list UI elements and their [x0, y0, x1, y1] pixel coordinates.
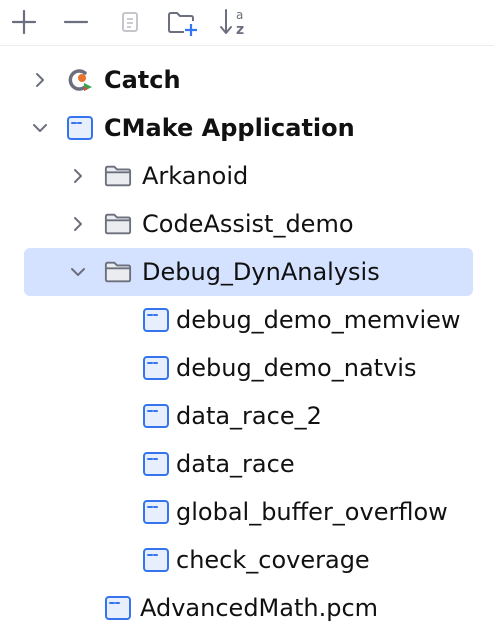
config-icon: [142, 307, 170, 333]
tree-item-data-race[interactable]: data_race: [0, 440, 494, 488]
tree-item-advancedmath-pcm[interactable]: AdvancedMath.pcm: [0, 584, 494, 632]
add-button[interactable]: [6, 6, 42, 38]
sort-glyph-z: z: [236, 22, 244, 37]
tree-item-label: CodeAssist_demo: [142, 210, 354, 238]
config-icon: [142, 355, 170, 381]
sort-alphabetically-icon: a z: [220, 8, 244, 37]
chevron-right-icon[interactable]: [66, 164, 90, 188]
tree-item-label: data_race_2: [176, 402, 322, 430]
new-folder-button[interactable]: [164, 6, 200, 38]
copy-icon: [122, 12, 138, 32]
tree-item-debug-demo-natvis[interactable]: debug_demo_natvis: [0, 344, 494, 392]
config-icon: [142, 451, 170, 477]
tree-item-codeassist-demo[interactable]: CodeAssist_demo: [0, 200, 494, 248]
tree-item-arkanoid[interactable]: Arkanoid: [0, 152, 494, 200]
tree-item-label: debug_demo_natvis: [176, 354, 417, 382]
folder-plus-icon: [168, 12, 197, 36]
chevron-right-icon[interactable]: [28, 68, 52, 92]
sort-glyph-a: a: [236, 8, 243, 22]
tree-item-label: debug_demo_memview: [176, 306, 461, 334]
tree-item-label: Arkanoid: [142, 162, 249, 190]
toolbar: a z: [0, 0, 494, 46]
tree-item-cmake-application[interactable]: CMake Application: [0, 104, 494, 152]
catch-logo-icon: [66, 67, 94, 93]
minus-icon: [63, 20, 89, 24]
remove-button[interactable]: [58, 6, 94, 38]
tree-item-label: Catch: [104, 66, 181, 94]
tree-item-label: data_race: [176, 450, 295, 478]
tree-item-label: CMake Application: [104, 114, 355, 142]
tree-item-label: check_coverage: [176, 546, 370, 574]
config-icon: [104, 595, 132, 621]
tree-item-check-coverage[interactable]: check_coverage: [0, 536, 494, 584]
folder-icon: [104, 259, 132, 285]
plus-icon: [11, 9, 37, 35]
copy-button[interactable]: [112, 6, 148, 38]
tree-item-label: AdvancedMath.pcm: [140, 594, 379, 622]
config-icon: [142, 499, 170, 525]
folder-icon: [104, 163, 132, 189]
chevron-down-icon[interactable]: [28, 116, 52, 140]
tree-item-catch[interactable]: Catch: [0, 56, 494, 104]
folder-icon: [104, 211, 132, 237]
tree-item-data-race-2[interactable]: data_race_2: [0, 392, 494, 440]
tree-item-global-buffer-overflow[interactable]: global_buffer_overflow: [0, 488, 494, 536]
sort-button[interactable]: a z: [216, 6, 252, 38]
tree-item-label: Debug_DynAnalysis: [142, 258, 380, 286]
tree-item-label: global_buffer_overflow: [176, 498, 448, 526]
tree-item-debug-dynanalysis[interactable]: Debug_DynAnalysis: [0, 248, 494, 296]
cmake-config-icon: [66, 115, 94, 141]
chevron-down-icon[interactable]: [66, 260, 90, 284]
config-icon: [142, 547, 170, 573]
config-icon: [142, 403, 170, 429]
chevron-right-icon[interactable]: [66, 212, 90, 236]
tree-item-debug-demo-memview[interactable]: debug_demo_memview: [0, 296, 494, 344]
